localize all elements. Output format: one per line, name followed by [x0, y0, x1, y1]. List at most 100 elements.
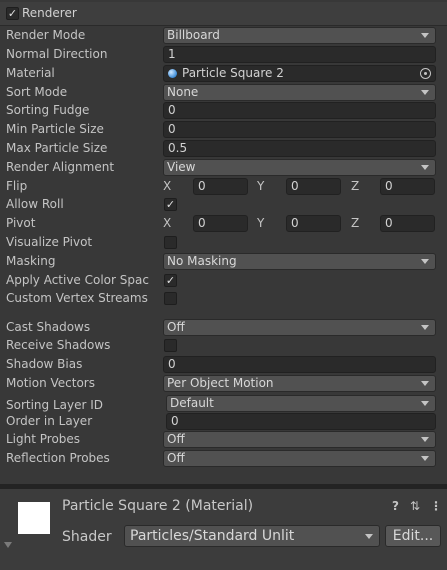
help-icon[interactable]: ? — [392, 499, 399, 513]
dropdown-arrow-icon — [421, 33, 429, 38]
flip-x-label: X — [163, 179, 172, 193]
motion-vectors-dropdown[interactable]: Per Object Motion — [163, 375, 436, 392]
sorting-layer-id-label: Sorting Layer ID — [6, 398, 104, 412]
pivot-row: Pivot X 0 Y 0 Z 0 — [0, 214, 447, 233]
dropdown-arrow-icon — [421, 381, 429, 386]
sort-mode-value: None — [167, 85, 199, 99]
custom-vertex-streams-label: Custom Vertex Streams — [6, 291, 148, 305]
receive-shadows-checkbox[interactable] — [164, 339, 177, 352]
object-picker-icon[interactable] — [420, 68, 431, 79]
material-sphere-icon — [168, 69, 177, 78]
dropdown-arrow-icon — [421, 401, 429, 406]
renderer-module-header[interactable]: ✓ Renderer — [0, 2, 447, 26]
cast-shadows-dropdown[interactable]: Off — [163, 319, 436, 336]
masking-dropdown[interactable]: No Masking — [163, 253, 436, 270]
render-mode-dropdown[interactable]: Billboard — [163, 27, 436, 44]
custom-vertex-streams-row: Custom Vertex Streams — [0, 289, 447, 308]
custom-vertex-streams-checkbox[interactable] — [164, 292, 177, 305]
light-probes-dropdown[interactable]: Off — [163, 431, 436, 448]
order-in-layer-row: Order in Layer 0 — [0, 412, 447, 431]
cast-shadows-label: Cast Shadows — [6, 320, 91, 334]
material-object-field[interactable]: Particle Square 2 — [163, 65, 436, 82]
flip-z-input[interactable]: 0 — [380, 178, 435, 195]
visualize-pivot-checkbox[interactable] — [164, 236, 177, 249]
visualize-pivot-label: Visualize Pivot — [6, 235, 93, 249]
render-mode-label: Render Mode — [6, 28, 86, 42]
normal-direction-label: Normal Direction — [6, 47, 108, 61]
reflection-probes-row: Reflection Probes Off — [0, 449, 447, 468]
render-alignment-row: Render Alignment View — [0, 158, 447, 177]
dropdown-arrow-icon — [365, 534, 373, 539]
shader-dropdown[interactable]: Particles/Standard Unlit — [124, 525, 380, 547]
receive-shadows-row: Receive Shadows — [0, 336, 447, 355]
menu-icon[interactable]: ⋮ — [430, 499, 442, 513]
sort-mode-dropdown[interactable]: None — [163, 84, 436, 101]
min-particle-size-input[interactable]: 0 — [163, 121, 436, 138]
reflection-probes-value: Off — [167, 451, 185, 465]
allow-roll-checkbox[interactable]: ✓ — [164, 198, 177, 211]
allow-roll-label: Allow Roll — [6, 197, 64, 211]
pivot-z-input[interactable]: 0 — [380, 215, 435, 232]
dropdown-arrow-icon — [421, 165, 429, 170]
sorting-layer-id-row: Sorting Layer ID Default — [0, 394, 447, 413]
pivot-x-label: X — [163, 216, 172, 230]
masking-value: No Masking — [167, 254, 237, 268]
light-probes-label: Light Probes — [6, 432, 81, 446]
order-in-layer-label: Order in Layer — [6, 414, 93, 428]
material-value: Particle Square 2 — [182, 66, 284, 80]
cast-shadows-value: Off — [167, 320, 185, 334]
sorting-layer-id-value: Default — [170, 396, 214, 410]
flip-x-input[interactable]: 0 — [193, 178, 248, 195]
shadow-bias-row: Shadow Bias 0 — [0, 355, 447, 374]
motion-vectors-value: Per Object Motion — [167, 376, 274, 390]
material-panel-title: Particle Square 2 (Material) — [62, 498, 254, 514]
sorting-fudge-row: Sorting Fudge 0 — [0, 101, 447, 120]
dropdown-arrow-icon — [421, 259, 429, 264]
edit-shader-button[interactable]: Edit... — [385, 525, 441, 547]
dropdown-arrow-icon — [421, 437, 429, 442]
material-label: Material — [6, 66, 55, 80]
visualize-pivot-row: Visualize Pivot — [0, 233, 447, 252]
render-mode-value: Billboard — [167, 28, 220, 42]
masking-row: Masking No Masking — [0, 252, 447, 271]
render-alignment-label: Render Alignment — [6, 160, 115, 174]
pivot-y-label: Y — [257, 216, 265, 230]
material-row: Material Particle Square 2 — [0, 64, 447, 83]
light-probes-row: Light Probes Off — [0, 430, 447, 449]
max-particle-size-label: Max Particle Size — [6, 141, 108, 155]
apply-active-color-space-checkbox[interactable]: ✓ — [164, 274, 177, 287]
max-particle-size-row: Max Particle Size 0.5 — [0, 139, 447, 158]
order-in-layer-input[interactable]: 0 — [166, 413, 436, 430]
sorting-fudge-label: Sorting Fudge — [6, 103, 90, 117]
pivot-y-input[interactable]: 0 — [286, 215, 341, 232]
apply-active-color-space-row: Apply Active Color Spac ✓ — [0, 271, 447, 290]
flip-y-label: Y — [257, 179, 265, 193]
material-preview[interactable] — [18, 502, 50, 534]
dropdown-arrow-icon — [421, 90, 429, 95]
preset-icon[interactable]: ⇅ — [410, 499, 420, 513]
min-particle-size-row: Min Particle Size 0 — [0, 120, 447, 139]
render-alignment-dropdown[interactable]: View — [163, 159, 436, 176]
dropdown-arrow-icon — [421, 456, 429, 461]
flip-label: Flip — [6, 179, 28, 193]
light-probes-value: Off — [167, 432, 185, 446]
sorting-fudge-input[interactable]: 0 — [163, 102, 436, 119]
shadow-bias-input[interactable]: 0 — [163, 356, 436, 373]
renderer-enabled-checkbox[interactable]: ✓ — [6, 7, 19, 20]
foldout-arrow-icon[interactable] — [4, 542, 12, 548]
dropdown-arrow-icon — [421, 325, 429, 330]
cast-shadows-row: Cast Shadows Off — [0, 318, 447, 337]
pivot-x-input[interactable]: 0 — [193, 215, 248, 232]
normal-direction-row: Normal Direction 1 — [0, 45, 447, 64]
flip-y-input[interactable]: 0 — [286, 178, 341, 195]
reflection-probes-label: Reflection Probes — [6, 451, 110, 465]
render-mode-row: Render Mode Billboard — [0, 26, 447, 45]
max-particle-size-input[interactable]: 0.5 — [163, 140, 436, 157]
normal-direction-input[interactable]: 1 — [163, 46, 436, 63]
shader-label: Shader — [62, 529, 112, 545]
sorting-layer-id-dropdown[interactable]: Default — [166, 395, 436, 412]
apply-active-color-space-label: Apply Active Color Spac — [6, 273, 149, 287]
sort-mode-label: Sort Mode — [6, 85, 68, 99]
pivot-z-label: Z — [351, 216, 360, 230]
reflection-probes-dropdown[interactable]: Off — [163, 450, 436, 467]
